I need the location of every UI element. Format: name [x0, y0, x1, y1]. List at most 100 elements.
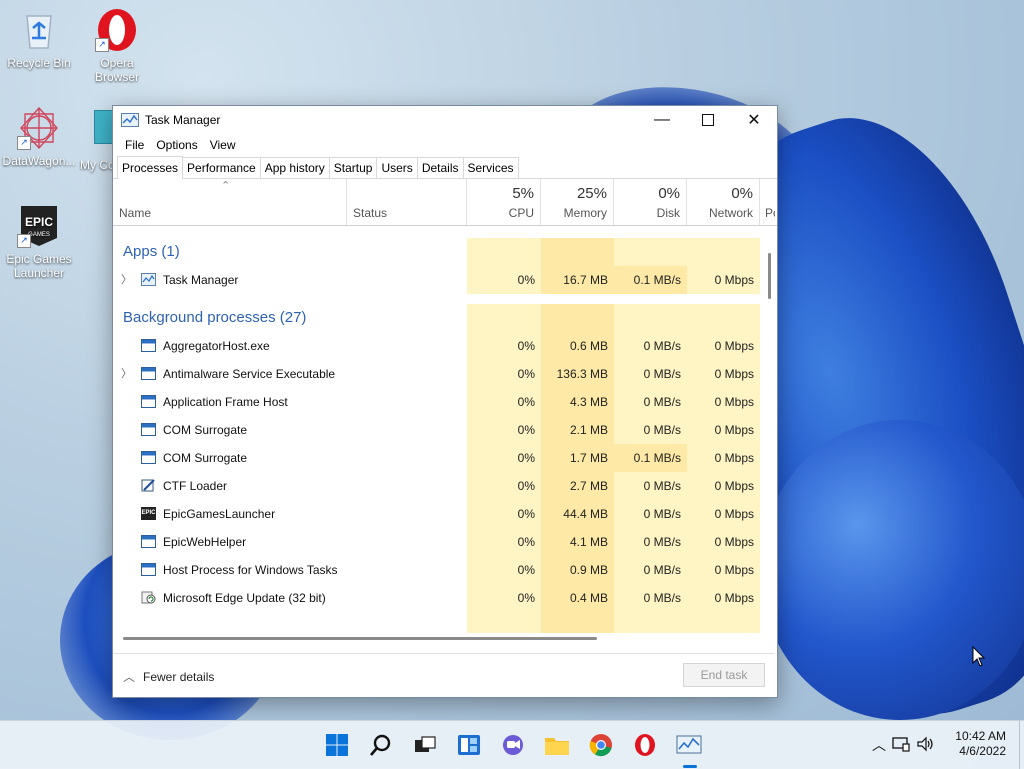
column-status[interactable]: Status: [347, 179, 467, 225]
ctf-loader-icon: [141, 479, 155, 492]
service-window-icon: [141, 451, 156, 464]
service-window-icon: [141, 339, 156, 352]
search-icon: [370, 734, 391, 756]
task-manager-window: Task Manager — ✕ File Options View Proce…: [112, 105, 778, 698]
table-row[interactable]: 〉 Antimalware Service Executable 0% 136.…: [113, 360, 760, 388]
table-row[interactable]: Host Process for Windows Tasks 0% 0.9 MB…: [113, 556, 760, 584]
fewer-details-button[interactable]: ︿ Fewer details: [123, 668, 214, 685]
process-name: CTF Loader: [163, 479, 228, 493]
table-row[interactable]: 〉 Task Manager 0% 16.7 MB 0.1 MB/s 0 Mbp…: [113, 266, 760, 294]
task-manager-icon: [141, 273, 156, 286]
menu-bar: File Options View: [113, 134, 777, 156]
desktop-icon-label: Epic Games Launcher: [6, 252, 72, 280]
column-memory[interactable]: 25% Memory: [541, 179, 614, 225]
close-button[interactable]: ✕: [731, 106, 777, 134]
windows-logo-icon: [326, 734, 348, 756]
show-desktop-button[interactable]: [1019, 721, 1024, 769]
tab-users[interactable]: Users: [376, 157, 418, 178]
title-bar[interactable]: Task Manager — ✕: [113, 106, 777, 134]
epic-games-icon: EPIC GAMES ↗: [17, 204, 61, 248]
start-button[interactable]: [323, 731, 351, 759]
minimize-button[interactable]: —: [639, 106, 685, 134]
desktop-icon-recycle-bin[interactable]: Recycle Bin: [0, 8, 78, 70]
service-window-icon: [141, 563, 156, 576]
close-icon: ✕: [747, 112, 761, 129]
table-row[interactable]: Application Frame Host 0% 4.3 MB 0 MB/s …: [113, 388, 760, 416]
process-name: COM Surrogate: [163, 423, 248, 437]
service-window-icon: [141, 367, 156, 380]
epic-games-icon: EPIC: [141, 507, 156, 520]
menu-options[interactable]: Options: [150, 138, 203, 152]
task-manager-taskbar-button[interactable]: [675, 731, 703, 759]
column-name[interactable]: Name: [113, 179, 347, 225]
process-name: COM Surrogate: [163, 451, 248, 465]
horizontal-scroll-thumb[interactable]: [123, 637, 597, 640]
column-power[interactable]: Po: [760, 179, 775, 225]
group-header-background[interactable]: Background processes (27): [113, 304, 760, 332]
shortcut-arrow-icon: ↗: [95, 38, 109, 52]
menu-file[interactable]: File: [119, 138, 150, 152]
desktop-icon-opera[interactable]: ↗ Opera Browser: [78, 8, 156, 84]
memory-value: 16.7 MB: [541, 266, 614, 294]
clock-time: 10:42 AM: [955, 729, 1006, 743]
tab-app-history[interactable]: App history: [259, 157, 330, 178]
chat-icon: [503, 735, 523, 755]
task-view-icon: [415, 736, 436, 752]
tab-details[interactable]: Details: [416, 157, 464, 178]
table-row[interactable]: Microsoft Edge Update (32 bit) 0% 0.4 MB…: [113, 584, 760, 612]
expand-chevron-icon[interactable]: 〉: [121, 360, 132, 388]
table-row[interactable]: AggregatorHost.exe 0% 0.6 MB 0 MB/s 0 Mb…: [113, 332, 760, 360]
service-window-icon: [141, 423, 156, 436]
table-row[interactable]: COM Surrogate 0% 1.7 MB 0.1 MB/s 0 Mbps: [113, 444, 760, 472]
cpu-value: 0%: [467, 266, 541, 294]
edge-update-icon: [141, 591, 156, 604]
tab-performance[interactable]: Performance: [182, 157, 261, 178]
maximize-button[interactable]: [685, 106, 731, 134]
widgets-button[interactable]: [455, 731, 483, 759]
shortcut-arrow-icon: ↗: [17, 234, 31, 248]
process-name: Application Frame Host: [163, 395, 288, 409]
minimize-icon: —: [654, 111, 670, 128]
vertical-scrollbar[interactable]: [765, 238, 775, 633]
task-view-button[interactable]: [411, 731, 439, 759]
end-task-button[interactable]: End task: [683, 663, 765, 687]
chrome-icon: [589, 734, 612, 757]
group-header-apps[interactable]: Apps (1): [113, 238, 760, 266]
chrome-button[interactable]: [587, 731, 615, 759]
column-cpu[interactable]: 5% CPU: [467, 179, 541, 225]
desktop-icon-epic-games[interactable]: EPIC GAMES ↗ Epic Games Launcher: [0, 204, 78, 280]
column-disk[interactable]: 0% Disk: [614, 179, 687, 225]
table-row[interactable]: [113, 612, 760, 633]
vertical-scroll-thumb[interactable]: [768, 253, 771, 299]
svg-text:EPIC: EPIC: [25, 215, 53, 229]
network-icon[interactable]: [888, 736, 914, 755]
desktop-icon-label: Opera Browser: [94, 56, 139, 84]
table-row[interactable]: CTF Loader 0% 2.7 MB 0 MB/s 0 Mbps: [113, 472, 760, 500]
tab-services[interactable]: Services: [462, 157, 519, 178]
chat-button[interactable]: [499, 731, 527, 759]
tab-processes[interactable]: Processes: [117, 156, 184, 179]
recycle-bin-icon: [17, 8, 61, 52]
horizontal-scrollbar[interactable]: [113, 633, 775, 643]
opera-button[interactable]: [631, 731, 659, 759]
expand-chevron-icon[interactable]: 〉: [121, 266, 132, 294]
task-manager-icon: [121, 113, 139, 127]
chevron-up-icon[interactable]: ︿: [870, 735, 888, 755]
svg-text:GAMES: GAMES: [28, 232, 50, 238]
table-row[interactable]: COM Surrogate 0% 2.1 MB 0 MB/s 0 Mbps: [113, 416, 760, 444]
search-button[interactable]: [367, 731, 395, 759]
mouse-cursor-icon: [972, 646, 986, 667]
volume-icon[interactable]: [914, 736, 938, 755]
process-name: EpicWebHelper: [163, 535, 247, 549]
file-explorer-button[interactable]: [543, 731, 571, 759]
column-header: ⌃ Name Status 5% CPU 25% Memory 0% Disk …: [113, 179, 777, 226]
column-network[interactable]: 0% Network: [687, 179, 760, 225]
disk-value: 0.1 MB/s: [614, 266, 687, 294]
table-row[interactable]: EpicWebHelper 0% 4.1 MB 0 MB/s 0 Mbps: [113, 528, 760, 556]
table-row[interactable]: EPIC EpicGamesLauncher 0% 44.4 MB 0 MB/s…: [113, 500, 760, 528]
clock[interactable]: 10:42 AM 4/6/2022: [955, 729, 1006, 759]
tab-startup[interactable]: Startup: [328, 157, 378, 178]
datawagon-icon: ↗: [17, 106, 61, 150]
menu-view[interactable]: View: [204, 138, 242, 152]
folder-icon: [545, 738, 569, 755]
